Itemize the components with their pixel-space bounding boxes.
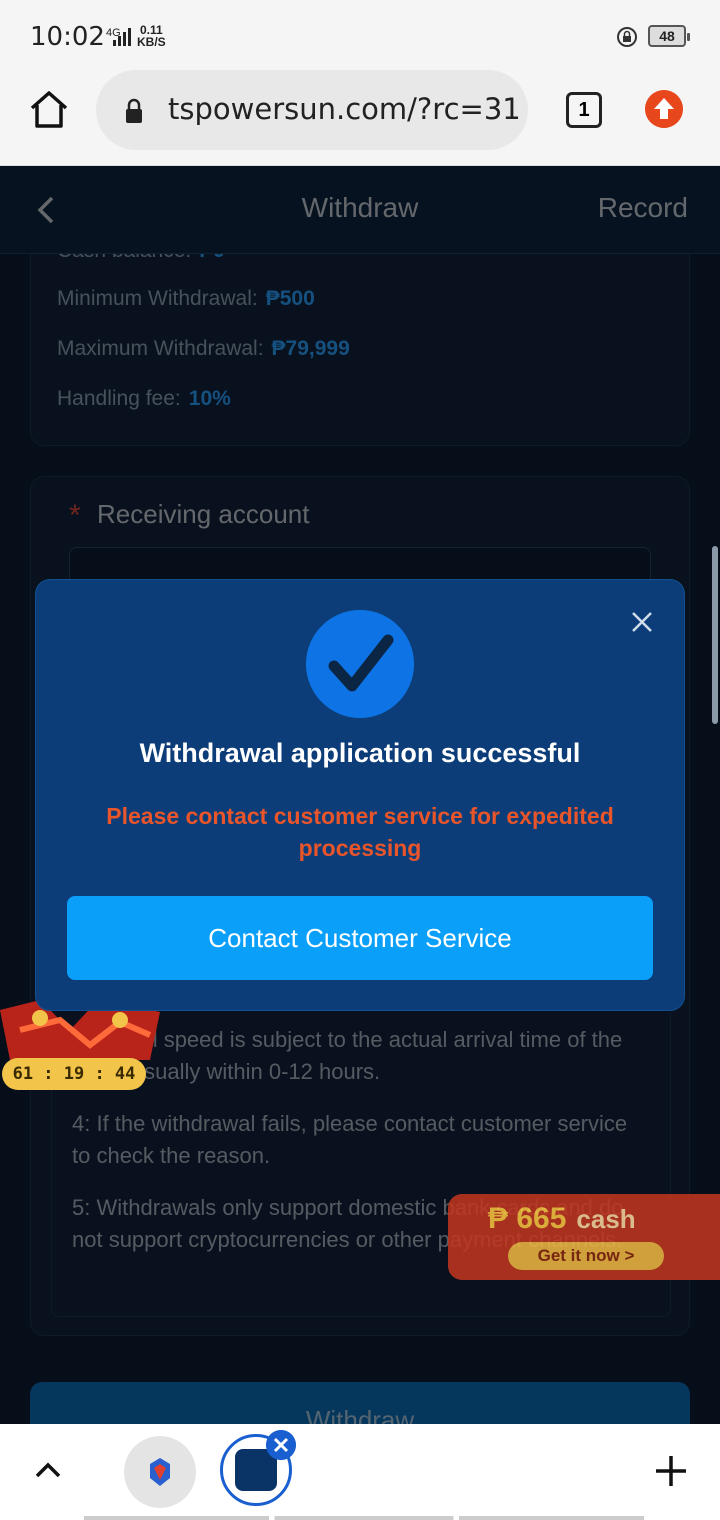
tab-thumbnail-1[interactable] — [124, 1436, 196, 1508]
app-logo-icon — [150, 1458, 170, 1486]
cash-promo-amount: ₱ 665 cash — [488, 1202, 636, 1236]
close-tab-icon[interactable] — [266, 1430, 296, 1460]
speed-unit: KB/S — [137, 35, 166, 49]
tabs-button[interactable]: 1 — [566, 92, 602, 128]
network-speed: 0.11 KB/S — [137, 24, 166, 48]
browser-bottom-bar — [0, 1424, 720, 1520]
home-icon[interactable] — [28, 88, 70, 130]
status-time: 10:02 — [30, 22, 105, 52]
address-bar[interactable]: tspowersun.com/?rc=31 — [96, 70, 528, 150]
chevron-up-icon[interactable] — [34, 1460, 62, 1480]
close-icon[interactable] — [630, 610, 654, 634]
update-icon[interactable] — [645, 90, 683, 128]
dialog-message: Please contact customer service for expe… — [106, 803, 614, 861]
url-text: tspowersun.com/?rc=31 — [168, 92, 521, 126]
signal-icon — [113, 28, 131, 46]
cash-promo-widget[interactable]: ₱ 665 cash Get it now > — [448, 1194, 720, 1280]
status-bar: 10:02 4G 0.11 KB/S 48 — [0, 0, 720, 70]
get-it-now-button[interactable]: Get it now > — [508, 1242, 664, 1270]
countdown-timer: 61 : 19 : 44 — [2, 1058, 146, 1090]
browser-toolbar: tspowersun.com/?rc=31 1 — [0, 70, 720, 166]
check-icon — [306, 610, 414, 718]
screen: 10:02 4G 0.11 KB/S 48 tspowersun.com/?rc… — [0, 0, 720, 1520]
rotation-lock-icon — [617, 27, 637, 47]
plus-icon[interactable] — [654, 1454, 688, 1488]
dialog-title: Withdrawal application successful — [139, 738, 581, 768]
tab-indicator — [84, 1516, 644, 1520]
success-dialog: Withdrawal application successful Please… — [36, 580, 684, 1010]
lock-icon — [126, 98, 142, 123]
battery-icon: 48 — [648, 25, 690, 47]
cash-amount: ₱ 665 — [488, 1202, 567, 1235]
contact-customer-service-button[interactable]: Contact Customer Service — [67, 896, 653, 980]
scrollbar[interactable] — [712, 546, 718, 724]
cash-word: cash — [576, 1204, 636, 1234]
